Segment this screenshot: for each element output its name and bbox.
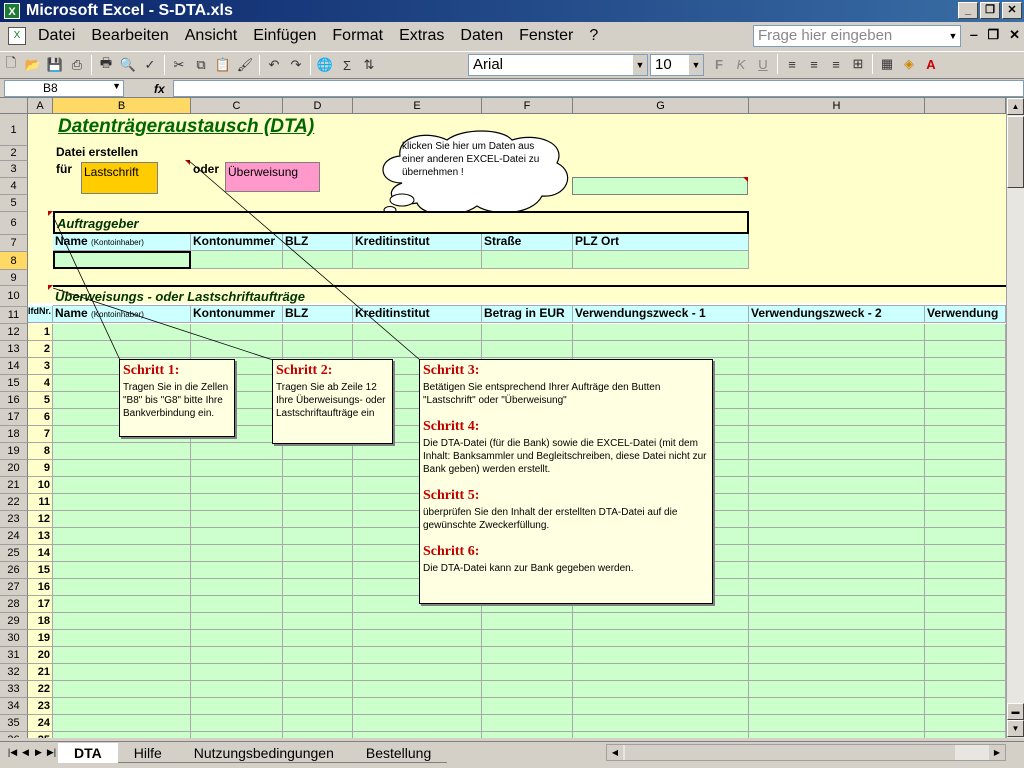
menu-ansicht[interactable]: Ansicht — [177, 27, 245, 45]
menu-daten[interactable]: Daten — [452, 27, 511, 45]
paste-icon[interactable]: 📋 — [212, 54, 234, 76]
callout-schritte-3-6: Schritt 3: Betätigen Sie entsprechend Ih… — [419, 359, 713, 604]
scroll-left-icon[interactable]: ◀ — [607, 745, 623, 760]
new-icon[interactable]: 🗋 — [0, 54, 22, 76]
formula-bar: B8 ▼ fx — [0, 80, 1024, 98]
menu-bearbeiten[interactable]: Bearbeiten — [83, 27, 176, 45]
menu-einfuegen[interactable]: Einfügen — [245, 27, 324, 45]
bold-icon[interactable]: F — [708, 53, 730, 75]
open-icon[interactable]: 📂 — [22, 54, 44, 76]
doc-close-icon[interactable]: ✕ — [1009, 27, 1020, 43]
scroll-up-icon[interactable]: ▲ — [1007, 98, 1024, 115]
tab-hilfe[interactable]: Hilfe — [117, 743, 178, 763]
first-sheet-icon[interactable]: |◀ — [6, 747, 19, 758]
align-center-icon[interactable]: ≡ — [803, 53, 825, 75]
prev-sheet-icon[interactable]: ◀ — [19, 747, 32, 758]
title-bar: X Microsoft Excel - S-DTA.xls _ ❐ ✕ — [0, 0, 1024, 22]
preview-icon[interactable]: 🔍 — [117, 54, 139, 76]
scroll-thumb[interactable] — [1007, 116, 1024, 188]
font-size-select[interactable]: 10 ▼ — [650, 54, 704, 76]
merge-icon[interactable]: ⊞ — [847, 53, 869, 75]
callout-1-text: Tragen Sie in die Zellen "B8" bis "G8" b… — [123, 382, 229, 419]
font-name-select[interactable]: Arial ▼ — [468, 54, 648, 76]
underline-icon[interactable]: U — [752, 53, 774, 75]
menu-help[interactable]: ? — [581, 27, 606, 45]
print-icon[interactable]: 🖶 — [95, 54, 117, 76]
font-color-icon[interactable]: A — [920, 53, 942, 75]
scroll-right-icon[interactable]: ▶ — [989, 745, 1005, 760]
menu-datei[interactable]: Datei — [30, 27, 83, 45]
callout-4-text: Die DTA-Datei (für die Bank) sowie die E… — [423, 438, 707, 475]
align-left-icon[interactable]: ≡ — [781, 53, 803, 75]
doc-window-controls: ‒ ❐ ✕ — [970, 27, 1020, 43]
name-box[interactable]: B8 ▼ — [4, 80, 124, 97]
callout-6-text: Die DTA-Datei kann zur Bank gegeben werd… — [423, 563, 634, 574]
next-sheet-icon[interactable]: ▶ — [32, 747, 45, 758]
borders-icon[interactable]: ▦ — [876, 53, 898, 75]
sort-icon[interactable]: ⇅ — [358, 54, 380, 76]
undo-icon[interactable]: ↶ — [263, 54, 285, 76]
restore-button[interactable]: ❐ — [980, 2, 1000, 19]
cut-icon[interactable]: ✂ — [168, 54, 190, 76]
callout-1-heading: Schritt 1: — [123, 363, 180, 378]
chevron-down-icon[interactable]: ▼ — [112, 81, 121, 91]
vertical-scrollbar[interactable]: ▲ ▬ ▼ — [1006, 98, 1024, 738]
fx-icon[interactable]: fx — [154, 82, 165, 96]
align-right-icon[interactable]: ≡ — [825, 53, 847, 75]
callout-5-heading: Schritt 5: — [423, 488, 480, 503]
hscroll-thumb[interactable] — [625, 745, 955, 760]
ask-question-box[interactable]: Frage hier eingeben ▼ — [753, 25, 961, 47]
split-box-icon[interactable]: ▬ — [1007, 703, 1024, 720]
permission-icon[interactable]: ⎙ — [66, 54, 88, 76]
horizontal-scrollbar[interactable]: ◀ ▶ — [606, 744, 1006, 761]
callout-2-heading: Schritt 2: — [276, 363, 333, 378]
minimize-button[interactable]: _ — [958, 2, 978, 19]
redo-icon[interactable]: ↷ — [285, 54, 307, 76]
callout-2-text: Tragen Sie ab Zeile 12 Ihre Überweisungs… — [276, 382, 386, 419]
last-sheet-icon[interactable]: ▶| — [45, 747, 58, 758]
tab-dta[interactable]: DTA — [58, 742, 118, 763]
callout-3-text: Betätigen Sie entsprechend Ihrer Aufträg… — [423, 382, 661, 406]
window-title: Microsoft Excel - S-DTA.xls — [26, 2, 233, 19]
callout-schritt-2: Schritt 2: Tragen Sie ab Zeile 12 Ihre Ü… — [272, 359, 393, 444]
fill-color-icon[interactable]: ◈ — [898, 53, 920, 75]
format-painter-icon[interactable]: 🖌 — [234, 54, 256, 76]
worksheet-grid[interactable]: 1 2 3 4 5 6 7 8 9 10 11 12 13 14 15 16 17 18 19 20 21 22 23 24 2… — [0, 98, 1006, 738]
spelling-icon[interactable]: ✓ — [139, 54, 161, 76]
excel-icon: X — [4, 3, 20, 19]
font-name-value: Arial — [473, 56, 504, 73]
chevron-down-icon[interactable]: ▼ — [946, 26, 960, 46]
hyperlink-icon[interactable]: 🌐 — [314, 54, 336, 76]
copy-icon[interactable]: ⧉ — [190, 54, 212, 76]
autosum-icon[interactable]: Σ — [336, 54, 358, 76]
format-buttons: F K U ≡ ≡ ≡ ⊞ ▦ ◈ A — [708, 53, 942, 75]
doc-minimize-icon[interactable]: ‒ — [970, 27, 977, 43]
name-box-value: B8 — [43, 81, 58, 95]
font-size-value: 10 — [655, 56, 672, 73]
callout-schritt-1: Schritt 1: Tragen Sie in die Zellen "B8"… — [119, 359, 235, 437]
menu-fenster[interactable]: Fenster — [511, 27, 581, 45]
callout-5-text: überprüfen Sie den Inhalt der erstellten… — [423, 507, 678, 531]
tab-nutzungsbedingungen[interactable]: Nutzungsbedingungen — [177, 743, 350, 763]
callout-3-heading: Schritt 3: — [423, 363, 480, 378]
callout-4-heading: Schritt 4: — [423, 419, 480, 434]
close-button[interactable]: ✕ — [1002, 2, 1022, 19]
document-icon[interactable]: X — [8, 27, 26, 45]
doc-restore-icon[interactable]: ❐ — [987, 27, 999, 43]
menu-format[interactable]: Format — [324, 27, 391, 45]
sheet-tab-bar: |◀ ◀ ▶ ▶| DTA Hilfe Nutzungsbedingungen … — [0, 741, 1024, 763]
chevron-down-icon[interactable]: ▼ — [633, 55, 647, 75]
scroll-down-icon[interactable]: ▼ — [1007, 720, 1024, 737]
callout-6-heading: Schritt 6: — [423, 544, 480, 559]
formula-input[interactable] — [172, 80, 1024, 97]
tab-bestellung[interactable]: Bestellung — [349, 743, 448, 763]
chevron-down-icon[interactable]: ▼ — [689, 55, 703, 75]
ask-placeholder: Frage hier eingeben — [758, 27, 893, 44]
menu-extras[interactable]: Extras — [391, 27, 452, 45]
save-icon[interactable]: 💾 — [44, 54, 66, 76]
italic-icon[interactable]: K — [730, 53, 752, 75]
